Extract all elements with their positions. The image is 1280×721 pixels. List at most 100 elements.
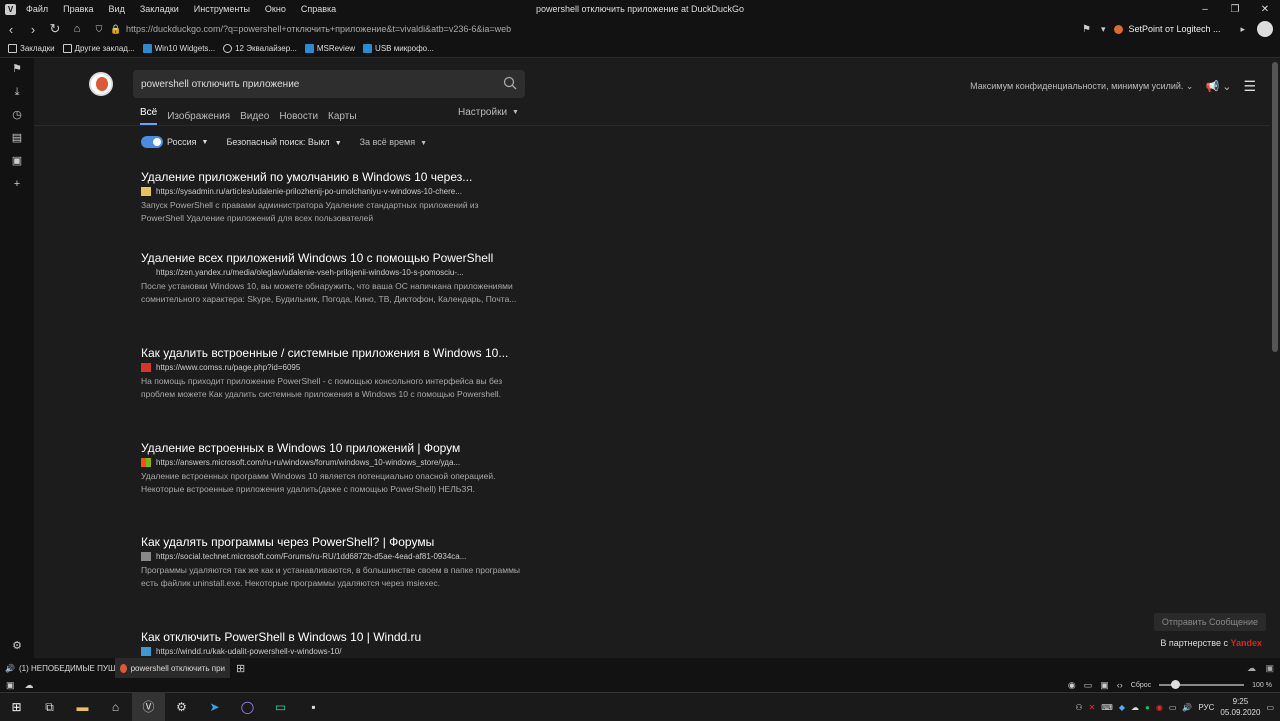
speaker-icon[interactable]: 🔊 [5,664,15,673]
close-icon[interactable]: ✕ [1250,4,1280,15]
settings-taskbar-icon[interactable]: ⚙ [165,693,198,721]
add-panel-icon[interactable]: + [0,173,34,196]
tray-icon[interactable]: ● [1145,703,1150,712]
terminal-icon[interactable]: ▪ [297,693,330,721]
browser-tab[interactable]: 🔊 (1) НЕПОБЕДИМЫЕ ПУШК [0,658,115,678]
cortana-icon[interactable]: ◯ [231,693,264,721]
window-panel-icon[interactable]: ▣ [0,150,34,173]
bookmark-item[interactable]: MSReview [304,44,355,53]
bookmark-page-icon[interactable]: ⚑ [1082,24,1091,35]
result-title-link[interactable]: Удаление всех приложений Windows 10 с по… [141,251,521,265]
tray-icon[interactable]: ◆ [1119,703,1125,712]
trash-icon[interactable]: ☁ [1247,663,1256,674]
result-title-link[interactable]: Как удалять программы через PowerShell? … [141,535,521,549]
result-title-link[interactable]: Удаление приложений по умолчанию в Windo… [141,170,521,184]
menu-hamburger-icon[interactable]: ☰ [1243,78,1256,95]
home-icon[interactable]: ⌂ [66,23,88,35]
menu-tools[interactable]: Инструменты [194,4,250,14]
menu-file[interactable]: Файл [26,4,48,14]
menu-help[interactable]: Справка [301,4,336,14]
tray-icon[interactable]: ☁ [1131,703,1139,712]
avatar[interactable] [1257,21,1274,37]
volume-icon[interactable]: 🔊 [1182,703,1192,712]
file-explorer-icon[interactable]: ▬ [66,693,99,721]
dropdown-icon[interactable]: ▾ [1101,24,1106,35]
tab-maps[interactable]: Карты [328,111,357,122]
bookmark-item[interactable]: USB микрофо... [363,44,434,53]
browser-tab-active[interactable]: powershell отключить при [115,658,230,678]
tray-icon[interactable]: ✕ [1089,703,1096,712]
restore-icon[interactable]: ❐ [1220,4,1250,15]
menu-window[interactable]: Окно [265,4,286,14]
tab-menu-icon[interactable]: ▣ [1265,663,1274,674]
menu-view[interactable]: Вид [109,4,125,14]
telegram-icon[interactable]: ➤ [198,693,231,721]
region-toggle[interactable] [141,136,163,148]
result-url[interactable]: https://windd.ru/kak-udalit-powershell-v… [141,647,521,656]
search-icon[interactable] [503,76,517,90]
camera-icon[interactable]: ◉ [1068,680,1076,691]
scrollbar[interactable] [1270,58,1280,658]
scrollbar-thumb[interactable] [1272,62,1278,352]
tab-all[interactable]: Всё [140,107,158,125]
menu-edit[interactable]: Правка [63,4,93,14]
bookmark-item[interactable]: Win10 Widgets... [142,44,215,53]
partner-label[interactable]: В партнерстве с Yandex [1160,638,1262,648]
zoom-slider[interactable] [1159,680,1245,689]
settings-gear-icon[interactable]: ⚙ [0,635,34,658]
tray-icon[interactable]: ⌨ [1101,703,1113,712]
app-icon[interactable]: ▭ [264,693,297,721]
extension-button[interactable]: SetPoint от Logitech ... [1113,24,1220,34]
shield-icon[interactable]: ⛉ [88,24,110,35]
store-icon[interactable]: ⌂ [99,693,132,721]
vivaldi-taskbar-icon[interactable]: Ⓥ [132,692,165,721]
result-url[interactable]: https://sysadmin.ru/articles/udalenie-pr… [141,187,521,196]
megaphone-icon[interactable]: 📢 ⌄ [1205,80,1231,93]
history-icon[interactable]: ◷ [0,104,34,127]
result-url[interactable]: https://www.comss.ru/page.php?id=6095 [141,363,521,372]
new-tab-button[interactable]: ⊞ [236,662,245,675]
privacy-slogan[interactable]: Максимум конфиденциальности, минимум уси… [970,81,1193,92]
bookmark-item[interactable]: 12 Эквалайзер... [223,44,297,53]
result-url[interactable]: https://social.technet.microsoft.com/For… [141,552,521,561]
time-filter[interactable]: За всё время ▼ [360,137,427,147]
result-title-link[interactable]: Как удалить встроенные / системные прило… [141,346,521,360]
region-filter[interactable]: Россия ▼ [141,136,208,148]
bookmark-item[interactable]: Другие заклад... [62,44,135,53]
download-icon[interactable]: ⤓ [0,81,34,104]
notes-icon[interactable]: ▤ [0,127,34,150]
tab-images[interactable]: Изображения [167,111,230,122]
chevron-right-icon[interactable]: ▸ [1240,24,1245,35]
task-view-icon[interactable]: ⧉ [33,693,66,721]
search-input[interactable]: powershell отключить приложение [133,70,525,98]
result-url[interactable]: https://zen.yandex.ru/media/oleglav/udal… [141,268,521,277]
zoom-slider-handle[interactable] [1171,680,1181,689]
back-icon[interactable]: ‹ [0,22,22,37]
result-title-link[interactable]: Как отключить PowerShell в Windows 10 | … [141,630,521,644]
result-url[interactable]: https://answers.microsoft.com/ru-ru/wind… [141,458,521,467]
start-menu-icon[interactable]: ⊞ [0,693,33,721]
tray-icon[interactable]: ◉ [1156,703,1163,712]
panel-toggle-icon[interactable]: ▣ [6,680,15,691]
menu-bookmarks[interactable]: Закладки [140,4,179,14]
feedback-button[interactable]: Отправить Сообщение [1153,613,1266,631]
safe-search-filter[interactable]: Безопасный поиск: Выкл ▼ [226,137,341,147]
reset-zoom-label[interactable]: Сброс [1131,682,1151,689]
reload-icon[interactable]: ↻ [44,21,66,37]
url-field[interactable]: https://duckduckgo.com/?q=powershell+отк… [126,24,1076,34]
language-indicator[interactable]: РУС [1198,703,1214,712]
settings-dropdown[interactable]: Настройки ▼ [458,107,519,118]
tab-video[interactable]: Видео [240,111,269,122]
bookmark-panel-icon[interactable]: ⚑ [0,58,34,81]
forward-icon[interactable]: › [22,22,44,37]
result-title-link[interactable]: Удаление встроенных в Windows 10 приложе… [141,441,521,455]
vivaldi-logo-icon[interactable]: V [5,3,16,15]
duckduckgo-logo-icon[interactable] [89,72,113,96]
tile-icon[interactable]: ▭ [1084,680,1093,691]
sync-icon[interactable]: ☁ [25,680,34,691]
minimize-icon[interactable]: – [1190,4,1220,15]
code-icon[interactable]: ‹› [1117,680,1123,690]
people-icon[interactable]: ⚇ [1075,703,1082,712]
network-icon[interactable]: ▭ [1169,703,1177,712]
clock[interactable]: 9:25 05.09.2020 [1220,696,1260,718]
